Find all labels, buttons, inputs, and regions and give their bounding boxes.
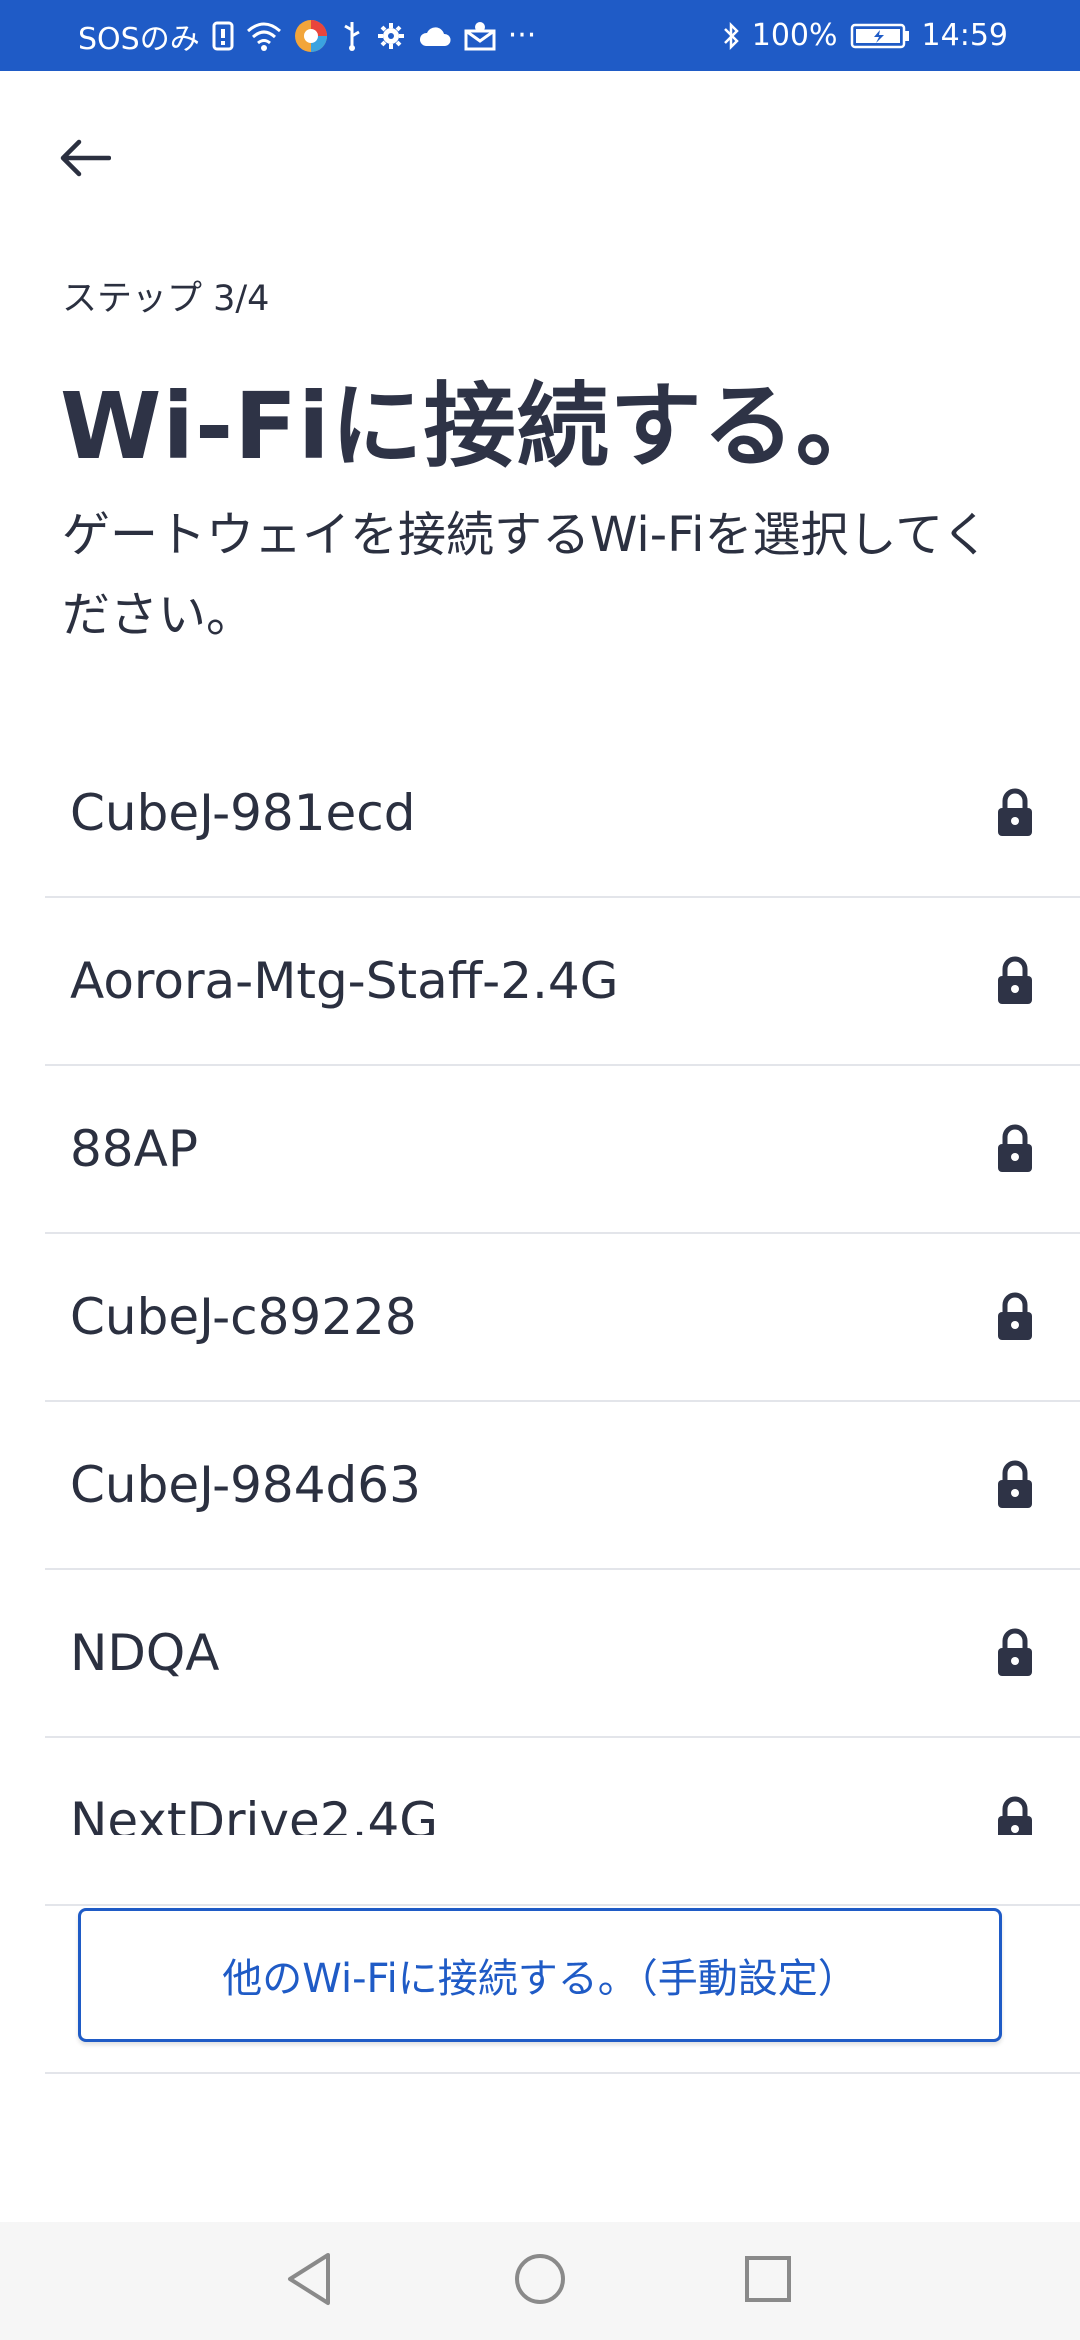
circle-home-icon (512, 2251, 568, 2311)
arrow-left-icon (57, 138, 112, 182)
nav-home-button[interactable] (480, 2222, 600, 2340)
wifi-item-cubej-984d63[interactable]: CubeJ-984d63 (45, 1402, 1080, 1570)
lock-icon (995, 956, 1035, 1006)
app-screen: SOSのみ ··· 100% 14:59 ステップ 3/4 Wi-Fiに接続する… (0, 0, 1080, 2340)
lock-icon (995, 788, 1035, 838)
lock-icon (995, 1292, 1035, 1342)
gear-icon (376, 21, 406, 51)
wifi-signal-icon (246, 21, 282, 51)
wifi-item-cubej-981ecd[interactable]: CubeJ-981ecd (45, 730, 1080, 898)
nav-back-button[interactable] (249, 2222, 369, 2340)
manual-wifi-button[interactable]: 他のWi-Fiに接続する。（手動設定） (78, 1908, 1002, 2042)
system-nav-bar (0, 2222, 1080, 2340)
wifi-item-88ap[interactable]: 88AP (45, 1066, 1080, 1234)
triangle-back-icon (284, 2251, 334, 2311)
app-icon (294, 19, 328, 53)
cloud-icon (418, 24, 452, 48)
wifi-name: Aorora-Mtg-Staff-2.4G (70, 952, 619, 1010)
lock-icon (995, 1124, 1035, 1174)
usb-icon (340, 20, 364, 52)
status-bar: SOSのみ ··· 100% 14:59 (0, 0, 1080, 71)
back-button[interactable] (44, 120, 124, 200)
lock-icon (995, 1460, 1035, 1510)
wifi-item-aorora-mtg-staff[interactable]: Aorora-Mtg-Staff-2.4G (45, 898, 1080, 1066)
wifi-name: CubeJ-981ecd (70, 784, 416, 842)
bluetooth-icon (722, 21, 740, 51)
sim-icon (212, 21, 234, 51)
lock-icon (995, 1796, 1035, 1835)
battery-icon (850, 22, 910, 50)
mail-icon (464, 21, 496, 51)
wifi-item-cubej-c89228[interactable]: CubeJ-c89228 (45, 1234, 1080, 1402)
lock-icon (995, 1628, 1035, 1678)
status-bar-right: 100% 14:59 (722, 18, 1008, 53)
clock-text: 14:59 (921, 18, 1008, 53)
status-bar-left: SOSのみ ··· (78, 14, 536, 58)
step-indicator: ステップ 3/4 (62, 279, 270, 319)
wifi-network-list[interactable]: CubeJ-981ecd Aorora-Mtg-Staff-2.4G 88AP … (45, 730, 1080, 1835)
battery-percent: 100% (751, 18, 838, 53)
wifi-name: CubeJ-984d63 (70, 1456, 421, 1514)
wifi-name: NDQA (70, 1624, 220, 1682)
wifi-item-nextdrive[interactable]: NextDrive2.4G (45, 1738, 1080, 1835)
wifi-name: 88AP (70, 1120, 198, 1178)
wifi-name: CubeJ-c89228 (70, 1288, 417, 1346)
carrier-text: SOSのみ (78, 21, 200, 57)
more-status-text: ··· (507, 18, 537, 53)
wifi-name: NextDrive2.4G (70, 1792, 439, 1835)
nav-recents-button[interactable] (708, 2222, 828, 2340)
page-title: Wi-Fiに接続する。 (60, 373, 889, 480)
footer-divider-top (45, 1904, 1080, 1906)
page-subtitle: ゲートウェイを接続するWi-Fiを選択してください。 (62, 507, 990, 643)
wifi-item-ndqa[interactable]: NDQA (45, 1570, 1080, 1738)
square-recents-icon (743, 2254, 793, 2308)
footer-divider-bottom (45, 2072, 1080, 2074)
